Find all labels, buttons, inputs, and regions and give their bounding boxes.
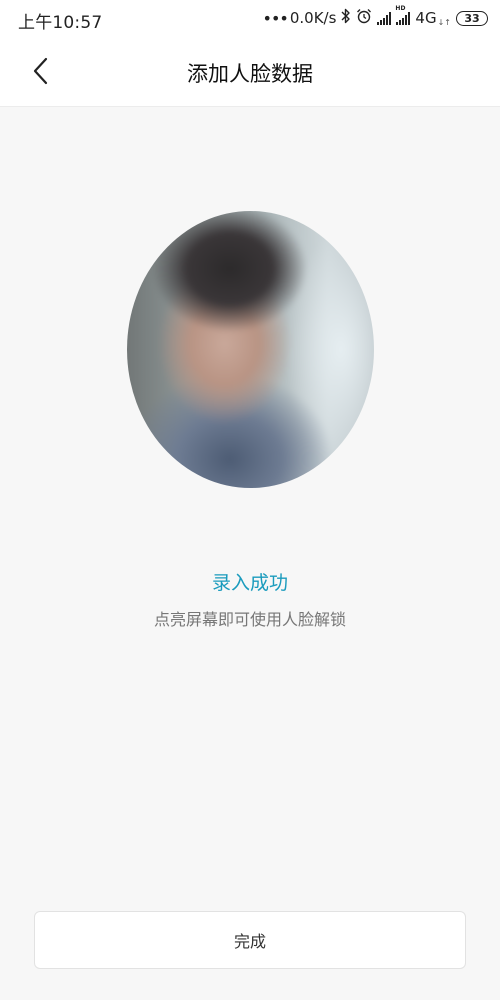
page-title: 添加人脸数据: [187, 62, 313, 86]
status-icons: ••• 0.0K/s 4G↓↑ 33: [262, 5, 488, 30]
status-time: 上午10:57: [18, 13, 103, 33]
network-speed: 0.0K/s: [289, 9, 337, 27]
network-type: 4G↓↑: [415, 9, 451, 27]
done-button[interactable]: 完成: [34, 911, 466, 969]
battery-level: 33: [464, 11, 480, 25]
face-enroll-screen: 上午10:57 ••• 0.0K/s 4G↓↑: [0, 0, 500, 1000]
alarm-icon: [356, 8, 372, 28]
enroll-hint: 点亮屏幕即可使用人脸解锁: [153, 610, 346, 629]
bluetooth-icon: [341, 8, 351, 28]
hd-signal-icon: [395, 5, 411, 25]
face-preview-image: [127, 211, 374, 488]
enroll-success-title: 录入成功: [211, 572, 288, 594]
signal-icon: [377, 11, 392, 25]
face-preview-frame: [127, 211, 374, 488]
status-bar: 上午10:57 ••• 0.0K/s 4G↓↑: [0, 0, 500, 36]
battery-icon: 33: [456, 10, 488, 26]
nav-bar: 添加人脸数据: [0, 36, 500, 107]
more-dots-icon: •••: [262, 8, 289, 28]
